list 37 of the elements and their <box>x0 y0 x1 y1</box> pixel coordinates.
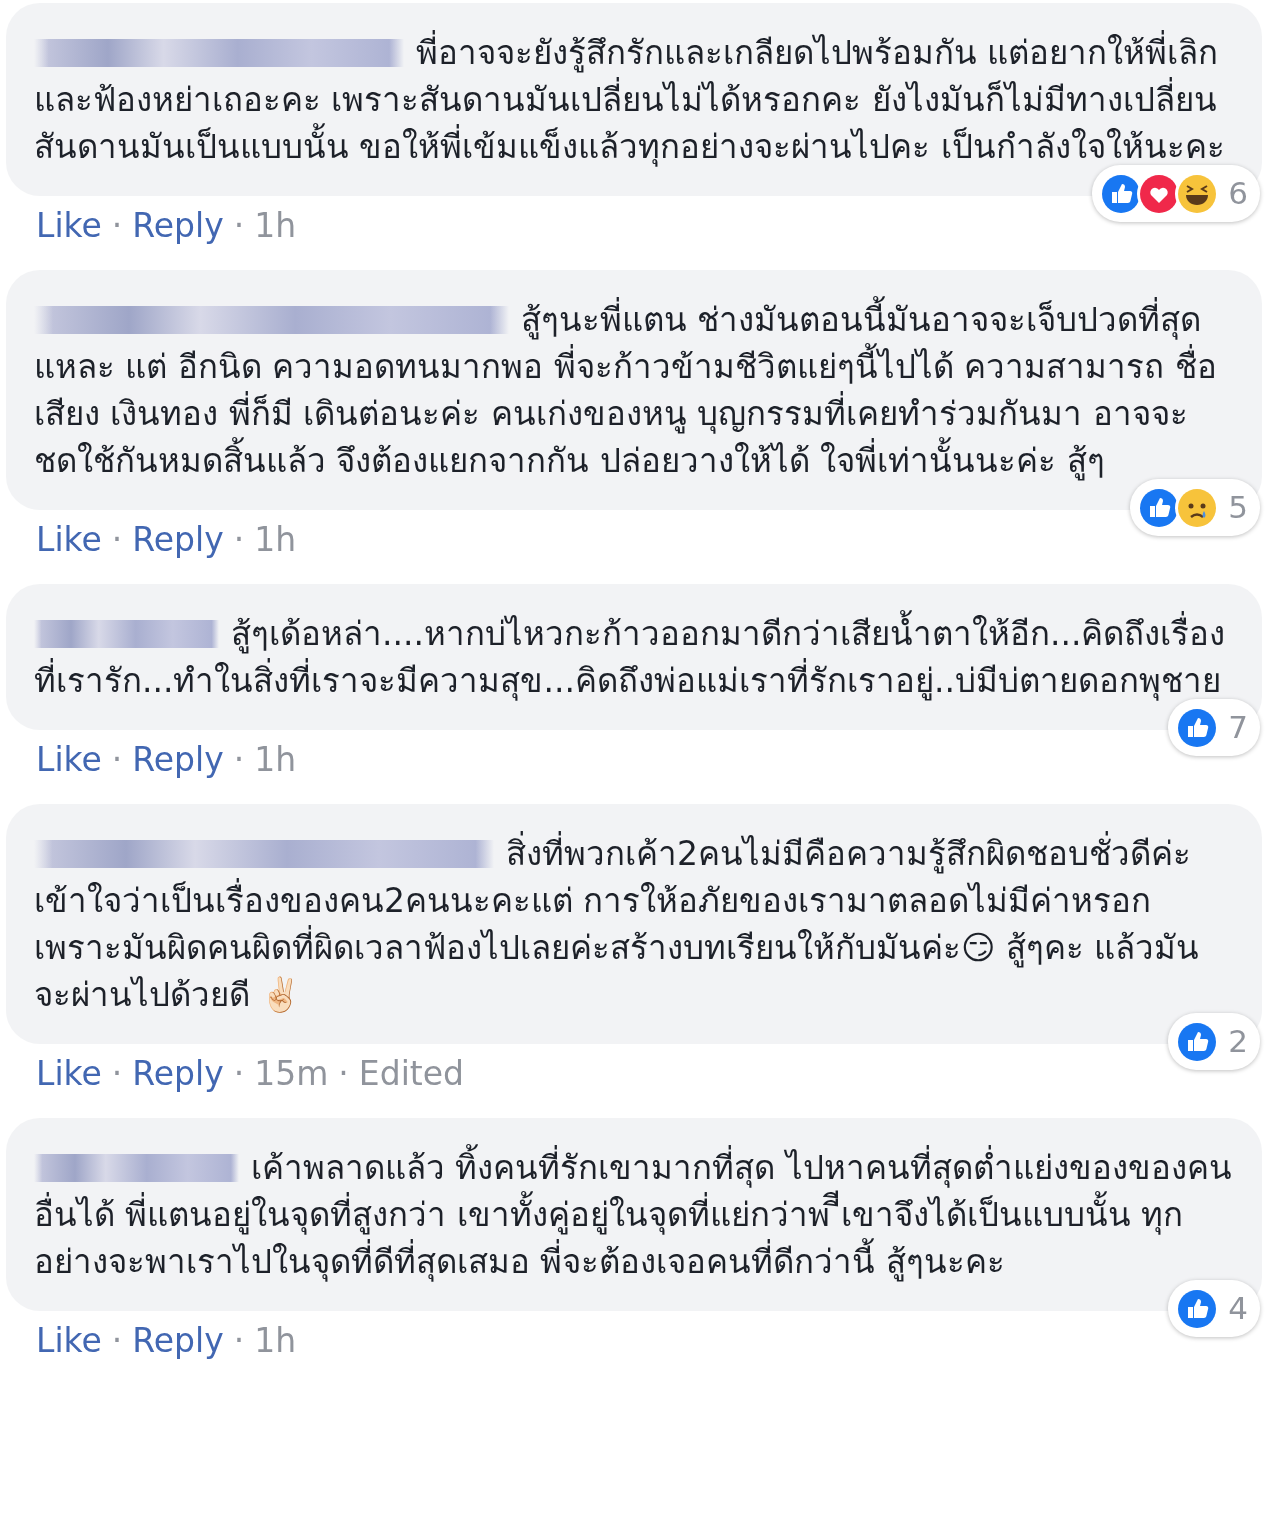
separator-dot: · <box>233 739 245 781</box>
reaction-count: 5 <box>1228 488 1248 527</box>
reactions-badge[interactable]: 2 <box>1168 1013 1260 1070</box>
action-link[interactable]: Like <box>36 1052 102 1096</box>
timestamp-text: 1h <box>254 1320 297 1362</box>
action-link[interactable]: Like <box>36 204 102 248</box>
separator-dot: · <box>111 739 123 781</box>
reactions-badge[interactable]: 7 <box>1168 699 1260 756</box>
timestamp-text: 1h <box>254 739 297 781</box>
reactions-badge[interactable]: 6 <box>1092 165 1260 222</box>
reactions-badge[interactable]: 4 <box>1168 1280 1260 1337</box>
timestamp-text: Edited <box>358 1053 464 1095</box>
timestamp-text: 15m <box>254 1053 329 1095</box>
reactions-badge[interactable]: 5 <box>1130 479 1260 536</box>
separator-dot: · <box>111 205 123 247</box>
separator-dot: · <box>233 205 245 247</box>
separator-dot: · <box>233 1053 245 1095</box>
separator-dot: · <box>233 1320 245 1362</box>
separator-dot: · <box>111 519 123 561</box>
timestamp-text: 1h <box>254 519 297 561</box>
separator-dot: · <box>233 519 245 561</box>
action-link[interactable]: Reply <box>132 738 224 782</box>
action-link[interactable]: Reply <box>132 1052 224 1096</box>
reaction-count: 2 <box>1228 1022 1248 1061</box>
action-link[interactable]: Like <box>36 518 102 562</box>
separator-dot: · <box>111 1320 123 1362</box>
action-link[interactable]: Like <box>36 1319 102 1363</box>
action-link[interactable]: Like <box>36 738 102 782</box>
action-link[interactable]: Reply <box>132 204 224 248</box>
action-link[interactable]: Reply <box>132 518 224 562</box>
reaction-count: 4 <box>1228 1289 1248 1328</box>
separator-dot: · <box>111 1053 123 1095</box>
reaction-count: 7 <box>1228 708 1248 747</box>
reaction-count: 6 <box>1228 174 1248 213</box>
timestamp-text: 1h <box>254 205 297 247</box>
action-link[interactable]: Reply <box>132 1319 224 1363</box>
separator-dot: · <box>338 1053 349 1095</box>
